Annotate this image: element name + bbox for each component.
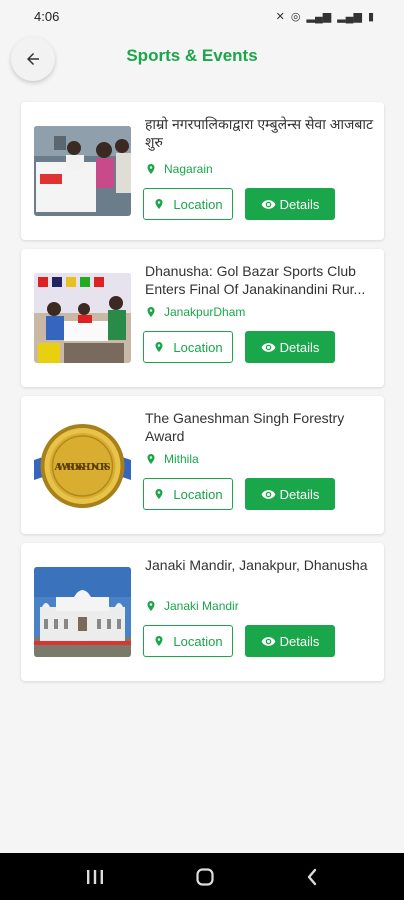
medal-text: AWARDS & HONORS bbox=[54, 463, 111, 473]
eye-icon bbox=[261, 199, 275, 209]
map-pin-icon bbox=[155, 489, 163, 499]
location-button[interactable]: Location bbox=[143, 188, 233, 220]
status-bar: 4:06 ✕ ◎ ▂▄▆ ▂▄▆ ▮ bbox=[0, 0, 404, 32]
details-button-label: Details bbox=[279, 486, 320, 502]
event-thumbnail bbox=[34, 126, 131, 216]
eye-icon bbox=[261, 342, 275, 352]
details-button-label: Details bbox=[279, 196, 320, 212]
app-header: Sports & Events bbox=[0, 32, 404, 88]
details-button[interactable]: Details bbox=[245, 625, 335, 657]
map-pin-icon bbox=[147, 454, 155, 464]
event-location: JanakpurDham bbox=[145, 305, 245, 319]
event-title: Janaki Mandir, Janakpur, Dhanusha bbox=[145, 557, 368, 573]
event-title: The Ganeshman Singh Forestry Award bbox=[145, 410, 345, 444]
map-pin-icon bbox=[155, 636, 163, 646]
back-nav-icon[interactable] bbox=[305, 867, 319, 887]
location-button-label: Location bbox=[173, 633, 223, 649]
map-pin-icon bbox=[155, 342, 163, 352]
status-time: 4:06 bbox=[34, 8, 60, 24]
map-pin-icon bbox=[147, 164, 155, 174]
signal-icon: ▂▄▆ bbox=[306, 10, 332, 23]
details-button-label: Details bbox=[279, 339, 320, 355]
location-button-label: Location bbox=[173, 196, 223, 212]
home-icon[interactable] bbox=[195, 867, 215, 887]
location-button-label: Location bbox=[173, 486, 223, 502]
status-icons: ✕ ◎ ▂▄▆ ▂▄▆ ▮ bbox=[276, 10, 374, 23]
page-title: Sports & Events bbox=[126, 46, 258, 65]
location-button[interactable]: Location bbox=[143, 625, 233, 657]
battery-icon: ▮ bbox=[367, 10, 374, 23]
event-thumbnail: AWARDS & HONORS bbox=[34, 420, 131, 510]
hotspot-icon: ◎ bbox=[290, 10, 301, 23]
details-button[interactable]: Details bbox=[245, 331, 335, 363]
event-location-text: Janaki Mandir bbox=[164, 599, 239, 613]
event-title: Dhanusha: Gol Bazar Sports Club Enters F… bbox=[145, 263, 366, 297]
location-button[interactable]: Location bbox=[143, 331, 233, 363]
map-pin-icon bbox=[147, 307, 155, 317]
event-location: Nagarain bbox=[145, 162, 213, 176]
system-nav-bar bbox=[0, 853, 404, 900]
map-pin-icon bbox=[155, 199, 163, 209]
event-location-text: Mithila bbox=[164, 452, 199, 466]
event-card[interactable]: Dhanusha: Gol Bazar Sports Club Enters F… bbox=[21, 249, 384, 387]
eye-icon bbox=[261, 636, 275, 646]
location-button-label: Location bbox=[173, 339, 223, 355]
event-thumbnail bbox=[34, 567, 131, 657]
event-location-text: Nagarain bbox=[164, 162, 213, 176]
event-card[interactable]: Janaki Mandir, Janakpur, Dhanusha Janaki… bbox=[21, 543, 384, 681]
details-button[interactable]: Details bbox=[245, 188, 335, 220]
mute-icon: ✕ bbox=[275, 10, 285, 23]
event-title: हाम्रो नगरपालिकाद्वारा एम्बुलेन्स सेवा आ… bbox=[145, 116, 374, 150]
wifi-icon: ▂▄▆ bbox=[337, 10, 362, 23]
event-location: Mithila bbox=[145, 452, 199, 466]
eye-icon bbox=[261, 489, 275, 499]
event-location-text: JanakpurDham bbox=[164, 305, 246, 319]
location-button[interactable]: Location bbox=[143, 478, 233, 510]
event-card[interactable]: हाम्रो नगरपालिकाद्वारा एम्बुलेन्स सेवा आ… bbox=[21, 102, 384, 240]
details-button[interactable]: Details bbox=[245, 478, 335, 510]
event-card[interactable]: AWARDS & HONORS The Ganeshman Singh Fore… bbox=[21, 396, 384, 534]
recents-icon[interactable] bbox=[85, 868, 105, 886]
map-pin-icon bbox=[147, 601, 155, 611]
event-thumbnail bbox=[34, 273, 131, 363]
event-location: Janaki Mandir bbox=[145, 599, 239, 613]
details-button-label: Details bbox=[279, 633, 320, 649]
